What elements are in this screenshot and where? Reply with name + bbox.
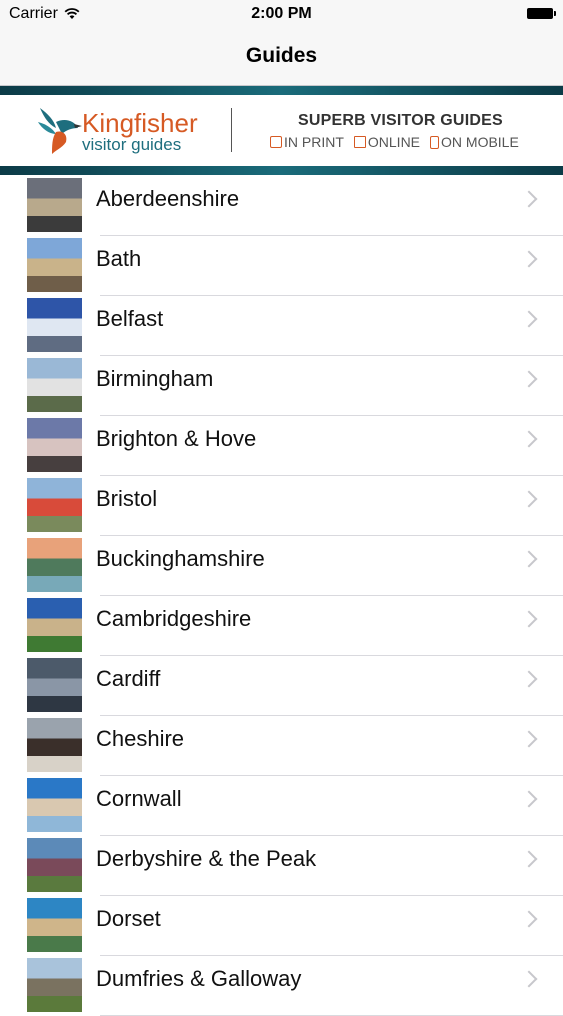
list-item[interactable]: Aberdeenshire bbox=[0, 176, 563, 236]
banner-stripe-bottom bbox=[0, 166, 563, 175]
list-item[interactable]: Belfast bbox=[0, 296, 563, 356]
guide-thumbnail bbox=[27, 958, 82, 1012]
guide-label: Belfast bbox=[96, 306, 164, 331]
list-item[interactable]: Cornwall bbox=[0, 776, 563, 836]
banner-divider bbox=[231, 108, 232, 152]
chevron-right-icon bbox=[520, 250, 538, 268]
banner-stripe-top bbox=[0, 86, 563, 95]
guide-thumbnail bbox=[27, 178, 82, 232]
guide-label: Brighton & Hove bbox=[96, 426, 257, 451]
media-list: IN PRINT ONLINE ON MOBILE bbox=[270, 134, 519, 150]
guide-thumbnail bbox=[27, 778, 82, 832]
battery-icon bbox=[527, 8, 556, 19]
guide-label: Dumfries & Galloway bbox=[96, 966, 302, 991]
chevron-right-icon bbox=[520, 310, 538, 328]
guide-thumbnail bbox=[27, 898, 82, 952]
guide-label: Bath bbox=[96, 246, 142, 271]
chevron-right-icon bbox=[520, 430, 538, 448]
banner-tagline: SUPERB VISITOR GUIDES bbox=[298, 112, 503, 129]
chevron-right-icon bbox=[520, 190, 538, 208]
list-item[interactable]: Bristol bbox=[0, 476, 563, 536]
chevron-right-icon bbox=[520, 610, 538, 628]
guide-label: Aberdeenshire bbox=[96, 186, 240, 211]
list-item[interactable]: Buckinghamshire bbox=[0, 536, 563, 596]
media-online-label: ONLINE bbox=[367, 134, 421, 150]
navigation-bar: Guides bbox=[0, 30, 563, 86]
guide-thumbnail bbox=[27, 718, 82, 772]
chevron-right-icon bbox=[520, 730, 538, 748]
media-print: IN PRINT bbox=[270, 134, 344, 150]
brand-name: Kingfisher bbox=[82, 108, 198, 138]
list-item[interactable]: Dorset bbox=[0, 896, 563, 956]
guide-label: Cambridgeshire bbox=[96, 606, 252, 631]
list-item[interactable]: Bath bbox=[0, 236, 563, 296]
brand-subtitle: visitor guides bbox=[82, 135, 182, 154]
guide-thumbnail bbox=[27, 538, 82, 592]
guides-list: Aberdeenshire Bath Belfast Birmingham Bright… bbox=[0, 176, 563, 1016]
guide-label: Birmingham bbox=[96, 366, 214, 391]
chevron-right-icon bbox=[520, 550, 538, 568]
media-online: ONLINE bbox=[353, 134, 421, 150]
guide-thumbnail bbox=[27, 478, 82, 532]
guide-label: Cheshire bbox=[96, 726, 185, 751]
list-item[interactable]: Birmingham bbox=[0, 356, 563, 416]
guide-thumbnail bbox=[27, 418, 82, 472]
guide-thumbnail bbox=[27, 598, 82, 652]
chevron-right-icon bbox=[520, 670, 538, 688]
list-item[interactable]: Cambridgeshire bbox=[0, 596, 563, 656]
guide-thumbnail bbox=[27, 658, 82, 712]
kingfisher-banner[interactable]: Kingfisher visitor guides SUPERB VISITOR… bbox=[0, 86, 563, 175]
list-item[interactable]: Brighton & Hove bbox=[0, 416, 563, 476]
status-bar: Carrier 2:00 PM bbox=[0, 0, 563, 30]
phone-icon bbox=[430, 135, 440, 149]
chevron-right-icon bbox=[520, 790, 538, 808]
guide-label: Buckinghamshire bbox=[96, 546, 265, 571]
guide-thumbnail bbox=[27, 238, 82, 292]
list-item[interactable]: Cheshire bbox=[0, 716, 563, 776]
chevron-right-icon bbox=[520, 370, 538, 388]
guide-thumbnail bbox=[27, 358, 82, 412]
book-icon bbox=[270, 136, 282, 148]
list-item[interactable]: Cardiff bbox=[0, 656, 563, 716]
monitor-icon bbox=[353, 136, 366, 148]
media-mobile-label: ON MOBILE bbox=[441, 134, 519, 150]
guide-label: Bristol bbox=[96, 486, 158, 511]
media-print-label: IN PRINT bbox=[284, 134, 344, 150]
list-item[interactable]: Derbyshire & the Peak bbox=[0, 836, 563, 896]
guide-label: Dorset bbox=[96, 906, 161, 931]
media-mobile: ON MOBILE bbox=[430, 134, 519, 150]
status-time: 2:00 PM bbox=[251, 5, 312, 22]
guide-label: Cardiff bbox=[96, 666, 161, 691]
page-title: Guides bbox=[245, 44, 318, 67]
list-item[interactable]: Dumfries & Galloway bbox=[0, 956, 563, 1016]
chevron-right-icon bbox=[520, 850, 538, 868]
guide-label: Derbyshire & the Peak bbox=[96, 846, 317, 871]
guide-thumbnail bbox=[27, 838, 82, 892]
chevron-right-icon bbox=[520, 490, 538, 508]
kingfisher-bird-icon bbox=[38, 108, 82, 154]
guide-label: Cornwall bbox=[96, 786, 182, 811]
guide-thumbnail bbox=[27, 298, 82, 352]
chevron-right-icon bbox=[520, 910, 538, 928]
chevron-right-icon bbox=[520, 970, 538, 988]
